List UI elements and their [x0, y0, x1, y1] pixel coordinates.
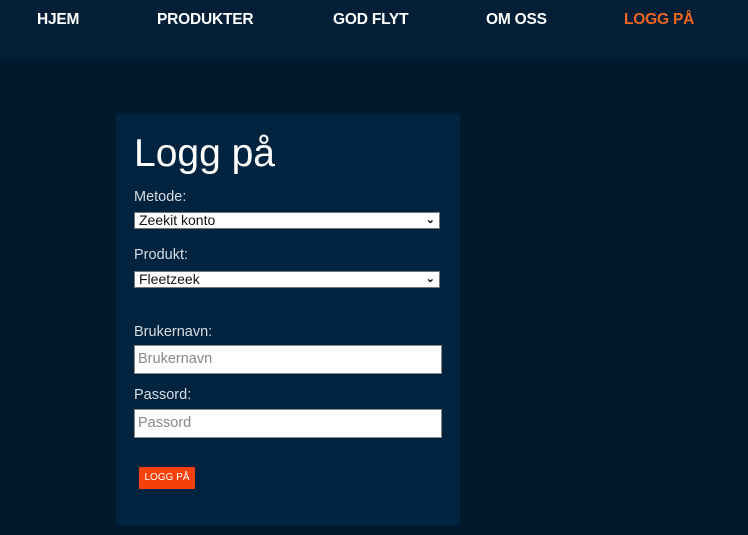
product-label: Produkt: [134, 247, 188, 263]
username-input[interactable]: Brukernavn [134, 345, 442, 374]
method-value: Zeekit konto [139, 212, 216, 228]
page-title: Logg på [134, 132, 275, 175]
login-panel: Logg på Metode: Zeekit konto ⌄ Produkt: … [116, 114, 460, 525]
password-label: Passord: [134, 387, 192, 403]
nav-produkter[interactable]: PRODUKTER [157, 11, 254, 29]
nav-om-oss[interactable]: OM OSS [486, 11, 547, 29]
nav-hjem[interactable]: HJEM [37, 11, 79, 29]
chevron-down-icon: ⌄ [425, 273, 435, 285]
password-input[interactable]: Passord [134, 409, 442, 438]
product-select[interactable]: Fleetzeek ⌄ [134, 271, 440, 288]
nav-god-flyt[interactable]: GOD FLYT [333, 11, 409, 29]
login-button[interactable]: LOGG PÅ [139, 467, 195, 489]
top-nav: HJEM PRODUKTER GOD FLYT OM OSS LOGG PÅ [0, 0, 748, 60]
nav-logg-pa[interactable]: LOGG PÅ [624, 11, 694, 29]
method-label: Metode: [134, 189, 187, 205]
username-label: Brukernavn: [134, 324, 213, 340]
product-value: Fleetzeek [139, 271, 200, 287]
method-select[interactable]: Zeekit konto ⌄ [134, 212, 440, 229]
chevron-down-icon: ⌄ [425, 214, 435, 226]
